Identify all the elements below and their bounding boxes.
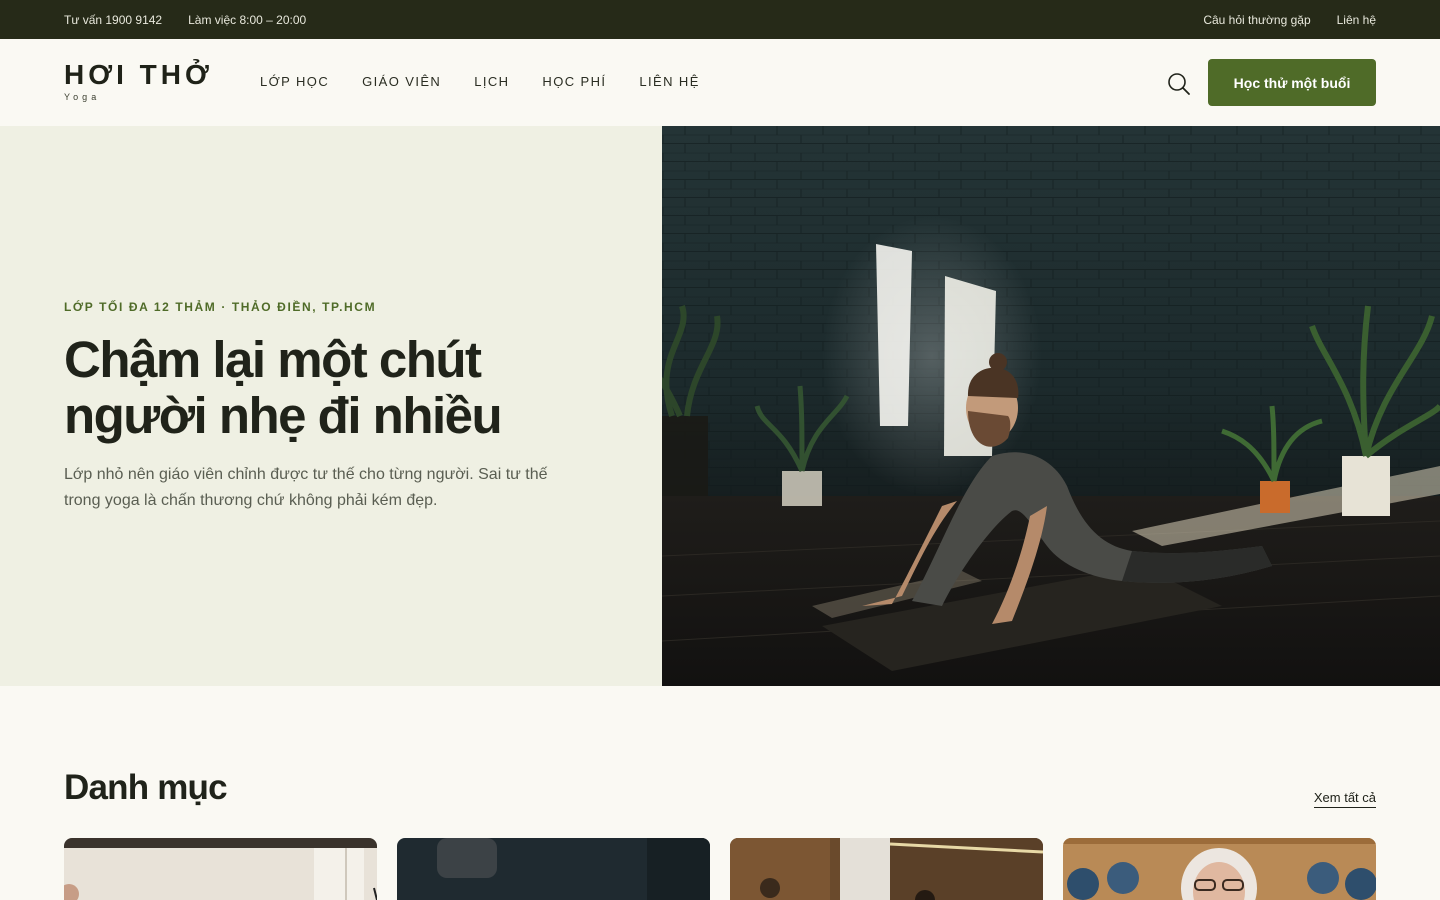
hotline-link[interactable]: Tư vấn 1900 9142 [64, 13, 162, 27]
hero-text-panel: LỚP TỐI ĐA 12 THẢM · THẢO ĐIỀN, TP.HCM C… [0, 126, 662, 686]
nav-item-teachers[interactable]: GIÁO VIÊN [362, 74, 441, 89]
category-card[interactable] [397, 838, 710, 900]
hero-eyebrow: LỚP TỐI ĐA 12 THẢM · THẢO ĐIỀN, TP.HCM [64, 300, 377, 314]
hero-lead: Lớp nhỏ nên giáo viên chỉnh được tư thế … [64, 466, 548, 509]
hero-image [662, 126, 1440, 686]
working-hours: Làm việc 8:00 – 20:00 [188, 13, 307, 27]
logo-name: HƠI THỞ [64, 59, 213, 90]
category-card[interactable] [730, 838, 1043, 900]
logo[interactable]: HƠI THỞ Yoga [64, 59, 213, 102]
hero-headline-line2: người nhẹ đi nhiều [64, 387, 503, 444]
nav-item-schedule[interactable]: LỊCH [474, 74, 509, 89]
nav-item-pricing[interactable]: HỌC PHÍ [542, 74, 606, 89]
hero-headline: Chậm lại một chút người nhẹ đi nhiều [64, 332, 624, 444]
contact-link[interactable]: Liên hệ [1337, 13, 1376, 27]
categories-title: Danh mục [64, 768, 228, 807]
nav-item-contact[interactable]: LIÊN HỆ [639, 74, 699, 89]
site-header: HƠI THỞ Yoga LỚP HỌC GIÁO VIÊN LỊCH HỌC … [0, 39, 1440, 126]
hero-headline-line1: Chậm lại một chút [64, 331, 482, 388]
category-card[interactable] [1063, 838, 1376, 900]
category-cards [64, 838, 1376, 900]
logo-subtitle: Yoga [64, 92, 101, 102]
category-card[interactable] [64, 838, 377, 900]
top-bar: Tư vấn 1900 9142 Làm việc 8:00 – 20:00 C… [0, 0, 1440, 39]
main-nav: LỚP HỌC GIÁO VIÊN LỊCH HỌC PHÍ LIÊN HỆ [260, 74, 700, 89]
trial-class-button[interactable]: Học thử một buổi [1208, 59, 1376, 106]
faq-link[interactable]: Câu hỏi thường gặp [1203, 13, 1310, 27]
see-all-link[interactable]: Xem tất cả [1313, 790, 1376, 808]
nav-item-classes[interactable]: LỚP HỌC [260, 74, 329, 89]
search-icon[interactable] [1167, 72, 1191, 96]
